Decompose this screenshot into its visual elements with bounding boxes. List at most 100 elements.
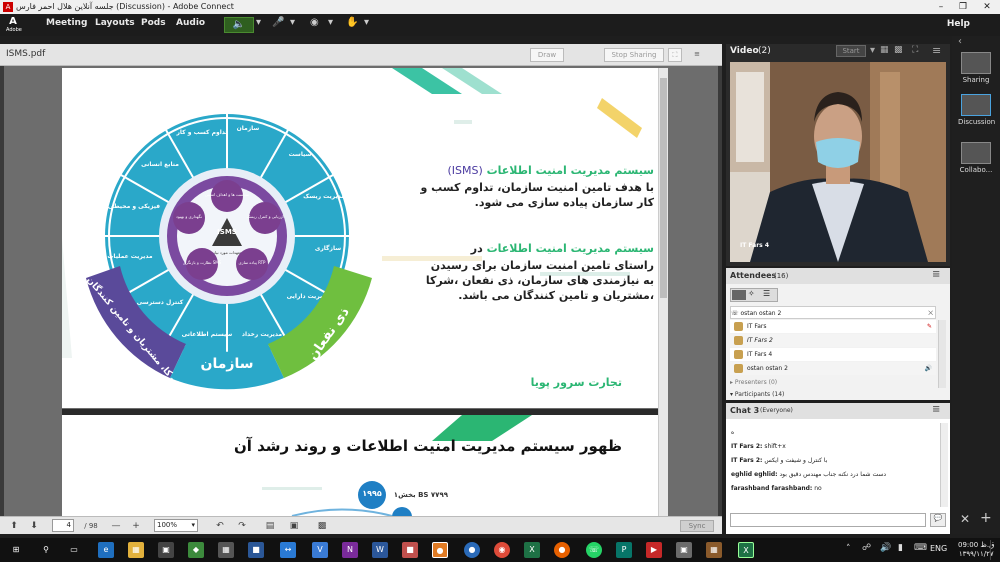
chat-input[interactable]	[730, 513, 926, 527]
tray-battery-icon[interactable]: ▮	[898, 543, 903, 553]
onenote-icon[interactable]: N	[342, 542, 358, 558]
redo-icon[interactable]: ↷	[236, 520, 248, 532]
video-pod-menu-icon[interactable]: ≡	[932, 44, 941, 57]
firefox-icon[interactable]: ●	[554, 542, 570, 558]
microphone-icon[interactable]: 🎤	[272, 17, 284, 33]
whatsapp-icon[interactable]: ☏	[586, 542, 602, 558]
fit-page-icon[interactable]: ▣	[288, 520, 300, 532]
speaker-dropdown-icon[interactable]: ▾	[256, 17, 261, 33]
send-message-icon[interactable]: 💬	[930, 513, 946, 527]
participants-group[interactable]: ▾ Participants (14)	[730, 388, 936, 401]
webcam-icon[interactable]: ◉	[310, 17, 319, 33]
layout-sharing[interactable]: Sharing	[958, 52, 994, 84]
participant-video-feed[interactable]: IT Fars 4	[730, 62, 946, 262]
menu-help[interactable]: Help	[947, 19, 970, 29]
tray-volume-icon[interactable]: 🔊	[880, 543, 891, 553]
current-user-row[interactable]: ☏ ostan ostan 2 ⨉	[730, 306, 936, 319]
app-icon-gray[interactable]: ▣	[676, 542, 692, 558]
microphone-dropdown-icon[interactable]: ▾	[290, 17, 295, 33]
shared-document-viewport[interactable]: ISMS تعهدات مورد نیاز سیاست ها و اهداف ا…	[4, 66, 718, 522]
file-explorer-icon[interactable]: ▦	[128, 542, 144, 558]
zoom-out-icon[interactable]: —	[110, 520, 122, 532]
minimize-button[interactable]: –	[930, 0, 952, 14]
close-window-button[interactable]: ✕	[976, 0, 998, 14]
grid-view-icon[interactable]: ▩	[894, 45, 903, 55]
start-webcam-button[interactable]: Start	[836, 45, 866, 57]
search-icon[interactable]: ⚲	[38, 542, 54, 558]
maximize-video-icon[interactable]: ⛶	[912, 45, 918, 55]
excel-icon[interactable]: X	[524, 542, 540, 558]
zoom-in-icon[interactable]: +	[130, 520, 142, 532]
menu-audio[interactable]: Audio	[176, 18, 205, 28]
fit-width-icon[interactable]: ▤	[264, 520, 276, 532]
undo-icon[interactable]: ↶	[214, 520, 226, 532]
adobe-connect-taskbar-icon[interactable]: ●	[432, 542, 448, 558]
draw-button[interactable]: Draw	[530, 48, 564, 62]
layout-discussion[interactable]: Discussion	[958, 94, 995, 126]
windows-start-icon[interactable]: ⊞	[8, 542, 24, 558]
status-dropdown-icon[interactable]: ▾	[364, 17, 369, 33]
app-icon-v2[interactable]: V	[312, 542, 328, 558]
sharing-layout-thumbnail	[961, 52, 991, 74]
layout-collaboration[interactable]: Collabo...	[958, 142, 994, 174]
sync-button[interactable]: Sync	[680, 520, 714, 532]
document-vertical-scrollbar[interactable]	[658, 68, 668, 516]
breakout-view-icon[interactable]: ☰	[763, 289, 770, 298]
attendee-row[interactable]: IT Fars 4	[730, 348, 936, 361]
publisher-icon[interactable]: P	[616, 542, 632, 558]
tray-network-icon[interactable]: ☍	[862, 543, 871, 553]
app-icon-drop[interactable]: ●	[464, 542, 480, 558]
chat-scrollbar[interactable]	[940, 423, 948, 507]
attendees-scrollbar[interactable]	[938, 320, 946, 388]
tray-overflow-icon[interactable]: ˄	[846, 544, 851, 554]
add-layout-icon[interactable]: +	[980, 510, 992, 526]
fullscreen-icon[interactable]: ⛶	[668, 48, 682, 62]
attendees-menu-icon[interactable]: ≡	[932, 269, 940, 280]
language-indicator[interactable]: ENG	[930, 544, 947, 553]
attendee-row[interactable]: IT Fars 2	[730, 334, 936, 347]
attendee-row[interactable]: IT Fars ✎	[730, 320, 936, 333]
edge-browser-icon[interactable]: e	[98, 542, 114, 558]
video-app-icon[interactable]: ▶	[646, 542, 662, 558]
attendee-row[interactable]: ostan ostan 2 🔊	[730, 362, 936, 375]
raise-hand-icon[interactable]: ✋	[346, 17, 358, 33]
task-view-icon[interactable]: ▭	[66, 542, 82, 558]
zoom-select[interactable]: 100% ▾	[154, 519, 198, 532]
menu-layouts[interactable]: Layouts	[95, 18, 135, 28]
delete-layout-icon[interactable]: ✕	[960, 512, 970, 526]
menu-meeting[interactable]: Meeting	[46, 18, 87, 28]
stop-sharing-button[interactable]: Stop Sharing	[604, 48, 664, 62]
chrome-icon[interactable]: ◉	[494, 542, 510, 558]
calculator-icon[interactable]: ▦	[218, 542, 234, 558]
menu-pods[interactable]: Pods	[141, 18, 166, 28]
word-icon[interactable]: W	[372, 542, 388, 558]
excel-active-icon[interactable]: X	[738, 542, 754, 558]
store-icon[interactable]: ▣	[158, 542, 174, 558]
show-desktop-button[interactable]	[990, 540, 998, 560]
previous-page-icon[interactable]: ⬆	[8, 520, 20, 532]
slide-paragraph-1: با هدف تامین امنیت سازمان، تداوم کسب و ک…	[420, 181, 654, 209]
scrollbar-thumb[interactable]	[660, 78, 667, 298]
list-view-icon[interactable]	[732, 290, 746, 300]
chat-menu-icon[interactable]: ≡	[932, 404, 940, 415]
video-options-icon[interactable]: ▾	[870, 45, 875, 56]
thumbnail-icon[interactable]: ▩	[316, 520, 328, 532]
app-icon-brown[interactable]: ▦	[706, 542, 722, 558]
speaker-button[interactable]: 🔈	[224, 17, 254, 33]
status-view-icon[interactable]: ✧	[748, 289, 755, 298]
clear-status-icon[interactable]: ⨉	[928, 307, 933, 320]
tray-keyboard-icon[interactable]: ⌨	[914, 543, 927, 553]
restore-button[interactable]: ❐	[952, 0, 974, 14]
webcam-dropdown-icon[interactable]: ▾	[328, 17, 333, 33]
app-icon-blue[interactable]: ■	[248, 542, 264, 558]
collapse-rail-icon[interactable]: ‹	[958, 36, 962, 47]
pod-menu-icon[interactable]: ≡	[690, 48, 704, 62]
chat-message: farashband farashband: no	[731, 485, 822, 492]
chat-scope: (Everyone)	[760, 407, 793, 414]
teamviewer-icon[interactable]: ↔	[280, 542, 296, 558]
app-icon-green[interactable]: ◆	[188, 542, 204, 558]
paint-icon[interactable]: ■	[402, 542, 418, 558]
page-number-input[interactable]: 4	[52, 519, 74, 532]
filmstrip-view-icon[interactable]: ▦	[880, 45, 889, 55]
next-page-icon[interactable]: ⬇	[28, 520, 40, 532]
